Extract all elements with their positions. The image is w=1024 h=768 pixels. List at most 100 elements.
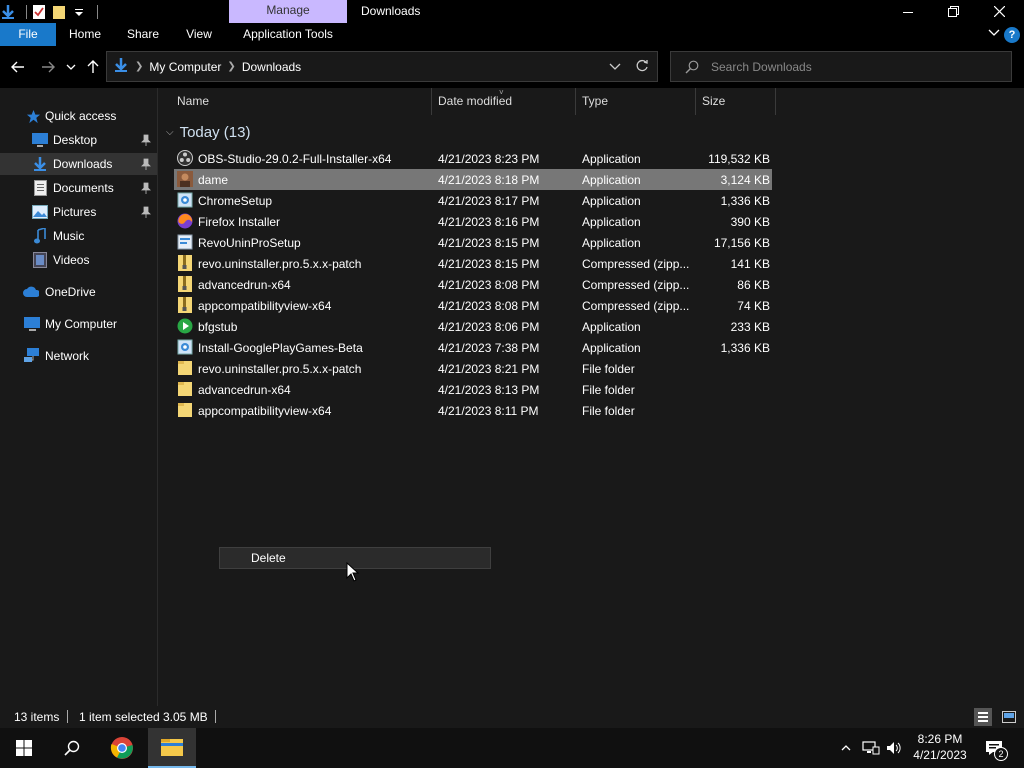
photo-app-icon: [177, 171, 193, 187]
minimize-icon: [903, 11, 913, 13]
properties-icon[interactable]: [31, 4, 47, 20]
file-row[interactable]: ChromeSetup 4/21/2023 8:17 PM Application 1…: [174, 190, 772, 211]
start-button[interactable]: [0, 728, 48, 768]
expand-ribbon-icon[interactable]: [988, 27, 1000, 42]
firefox-icon: [177, 213, 193, 229]
pin-icon[interactable]: [141, 182, 151, 197]
zip-icon: [177, 255, 193, 271]
nav-item-onedrive[interactable]: OneDrive: [0, 281, 157, 303]
recent-locations-button[interactable]: [62, 56, 80, 78]
help-icon[interactable]: ?: [1004, 27, 1020, 43]
up-arrow-icon: [87, 60, 99, 73]
file-row[interactable]: dame 4/21/2023 8:18 PM Application 3,124 KB: [174, 169, 772, 190]
nav-item-desktop[interactable]: Desktop: [0, 129, 157, 151]
obs-icon: [177, 150, 193, 166]
file-type: File folder: [582, 383, 635, 397]
status-separator: [215, 710, 216, 723]
nav-item-music[interactable]: Music: [0, 225, 157, 247]
nav-item-quick-access[interactable]: Quick access: [0, 105, 157, 127]
close-button[interactable]: [976, 0, 1022, 23]
column-header-name[interactable]: Name: [171, 88, 432, 115]
breadcrumb-my-computer[interactable]: My Computer: [149, 60, 221, 74]
file-row[interactable]: advancedrun-x64 4/21/2023 8:13 PM File fol…: [174, 379, 772, 400]
taskbar-clock[interactable]: 8:26 PM 4/21/2023: [910, 731, 970, 763]
large-icons-view-button[interactable]: [1000, 708, 1018, 726]
file-row[interactable]: bfgstub 4/21/2023 8:06 PM Application 233 K…: [174, 316, 772, 337]
file-explorer-taskbar-button[interactable]: [148, 728, 196, 768]
desktop-icon: [32, 132, 48, 148]
file-date-modified: 4/21/2023 8:18 PM: [438, 173, 540, 187]
new-folder-icon[interactable]: [51, 4, 67, 20]
tab-view[interactable]: View: [176, 23, 222, 46]
breadcrumb-downloads[interactable]: Downloads: [242, 60, 301, 74]
nav-item-network[interactable]: Network: [0, 345, 157, 367]
customize-toolbar-icon[interactable]: [71, 4, 87, 20]
nav-item-downloads[interactable]: Downloads: [0, 153, 157, 175]
file-row[interactable]: revo.uninstaller.pro.5.x.x-patch 4/21/202…: [174, 253, 772, 274]
file-row[interactable]: Firefox Installer 4/21/2023 8:16 PM Applic…: [174, 211, 772, 232]
up-button[interactable]: [83, 56, 103, 78]
refresh-icon[interactable]: [635, 59, 649, 76]
quick-access-toolbar: [0, 2, 98, 22]
file-type: Compressed (zipp...: [582, 278, 690, 292]
restore-button[interactable]: [930, 0, 976, 23]
address-dropdown-icon[interactable]: [609, 60, 621, 74]
column-header-size[interactable]: Size: [696, 88, 776, 115]
file-size: 1,336 KB: [720, 194, 770, 208]
column-header-type[interactable]: Type: [576, 88, 696, 115]
file-row[interactable]: revo.uninstaller.pro.5.x.x-patch 4/21/202…: [174, 358, 772, 379]
computer-icon: [24, 316, 40, 332]
videos-icon: [32, 252, 48, 268]
volume-tray-button[interactable]: [884, 728, 904, 768]
file-row[interactable]: appcompatibilityview-x64 4/21/2023 8:11 P…: [174, 400, 772, 421]
tab-home[interactable]: Home: [60, 23, 110, 46]
file-list-pane: Name ˅ Date modified Type Size ⌵ Today (…: [158, 88, 1024, 706]
show-hidden-icons-button[interactable]: [836, 728, 856, 768]
details-view-button[interactable]: [974, 708, 992, 726]
forward-button[interactable]: [38, 56, 58, 78]
file-name: Firefox Installer: [198, 215, 281, 229]
file-row[interactable]: RevoUninProSetup 4/21/2023 8:15 PM Applica…: [174, 232, 772, 253]
file-row[interactable]: appcompatibilityview-x64 4/21/2023 8:08 P…: [174, 295, 772, 316]
file-size: 119,532 KB: [708, 152, 770, 166]
nav-item-pictures[interactable]: Pictures: [0, 201, 157, 223]
nav-item-documents[interactable]: Documents: [0, 177, 157, 199]
file-size: 74 KB: [737, 299, 770, 313]
pin-icon[interactable]: [141, 158, 151, 173]
tab-share[interactable]: Share: [118, 23, 168, 46]
search-taskbar-button[interactable]: [48, 728, 96, 768]
search-icon: [685, 60, 699, 77]
group-header-today[interactable]: ⌵ Today (13): [166, 124, 250, 141]
file-row[interactable]: Install-GooglePlayGames-Beta 4/21/2023 7:…: [174, 337, 772, 358]
clock-time: 8:26 PM: [917, 732, 963, 746]
nav-item-my-computer[interactable]: My Computer: [0, 313, 157, 335]
address-bar[interactable]: ❯ My Computer ❯ Downloads: [106, 51, 658, 82]
file-type: Application: [582, 152, 641, 166]
group-label: Today (13): [179, 124, 251, 141]
pin-icon[interactable]: [141, 206, 151, 221]
navigation-row: ❯ My Computer ❯ Downloads: [0, 46, 1024, 88]
search-box[interactable]: [670, 51, 1012, 82]
ethernet-icon: [862, 741, 880, 755]
zip-icon: [177, 297, 193, 313]
nav-item-label: Downloads: [53, 157, 113, 171]
file-row[interactable]: OBS-Studio-29.0.2-Full-Installer-x64 4/21…: [174, 148, 772, 169]
file-date-modified: 4/21/2023 8:08 PM: [438, 278, 540, 292]
file-name: OBS-Studio-29.0.2-Full-Installer-x64: [198, 152, 392, 166]
minimize-button[interactable]: [885, 0, 931, 23]
search-input[interactable]: [711, 58, 1001, 76]
collapse-group-icon[interactable]: ⌵: [166, 127, 174, 138]
chrome-taskbar-button[interactable]: [98, 728, 146, 768]
column-header-date-modified[interactable]: Date modified: [432, 88, 576, 115]
breadcrumb-separator-icon[interactable]: ❯: [227, 61, 235, 72]
tab-application-tools[interactable]: Application Tools: [229, 23, 347, 46]
file-date-modified: 4/21/2023 8:17 PM: [438, 194, 540, 208]
network-tray-button[interactable]: [860, 728, 882, 768]
pin-icon[interactable]: [141, 134, 151, 149]
navigation-pane: Quick access Desktop Downloads Documents: [0, 88, 157, 706]
nav-item-videos[interactable]: Videos: [0, 249, 157, 271]
breadcrumb-separator-icon[interactable]: ❯: [135, 61, 143, 72]
file-row[interactable]: advancedrun-x64 4/21/2023 8:08 PM Compress…: [174, 274, 772, 295]
back-button[interactable]: [8, 56, 28, 78]
tab-file[interactable]: File: [0, 23, 56, 46]
